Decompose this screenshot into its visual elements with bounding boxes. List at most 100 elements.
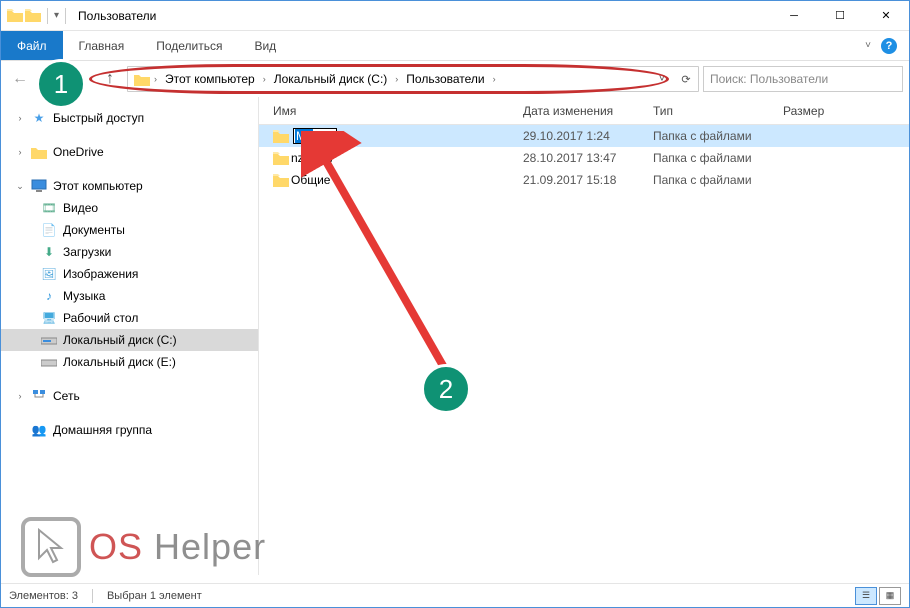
sidebar-item-drive-e[interactable]: Локальный диск (E:) [1,351,258,373]
picture-icon: 🖼 [41,266,57,282]
sidebar-item-pictures[interactable]: 🖼Изображения [1,263,258,285]
sidebar: › ★ Быстрый доступ › OneDrive ⌄ Этот ком… [1,97,259,575]
sidebar-item-label: OneDrive [53,145,104,159]
sidebar-quick-access[interactable]: › ★ Быстрый доступ [1,107,258,129]
window-title: Пользователи [78,9,156,23]
search-input[interactable]: Поиск: Пользователи [703,66,903,92]
main-area: › ★ Быстрый доступ › OneDrive ⌄ Этот ком… [1,97,909,575]
table-row[interactable]: nzhorov 28.10.2017 13:47 Папка с файлами [259,147,909,169]
maximize-button[interactable]: ☐ [817,1,863,31]
help-icon[interactable]: ? [881,38,897,54]
annotation-badge-1: 1 [36,59,86,109]
ribbon-collapse-icon[interactable]: ˅ [865,40,871,51]
tab-view[interactable]: Вид [238,31,292,60]
crumb-thispc[interactable]: Этот компьютер [161,72,259,86]
cell-date: 21.09.2017 15:18 [523,173,653,187]
watermark-logo: OS Helper [21,517,266,577]
folder-icon [7,8,23,24]
sidebar-item-label: Домашняя группа [53,423,152,437]
folder-icon [273,174,291,187]
drive-icon [41,354,57,370]
file-tab[interactable]: Файл [1,31,63,60]
titlebar: ▾ Пользователи ─ ☐ ✕ [1,1,909,31]
chevron-right-icon[interactable]: › [491,74,498,84]
column-headers: Имя Дата изменения Тип Размер [259,97,909,125]
expand-icon[interactable]: › [15,391,25,401]
back-button[interactable]: ← [7,66,33,92]
separator [65,8,66,24]
annotation-badge-2: 2 [421,364,471,414]
col-type[interactable]: Тип [653,104,783,118]
tab-share[interactable]: Поделиться [140,31,238,60]
up-button[interactable]: ↑ [97,66,123,92]
sidebar-item-drive-c[interactable]: Локальный диск (C:) [1,329,258,351]
col-date[interactable]: Дата изменения [523,104,653,118]
ribbon: Файл Главная Поделиться Вид ˅ ? [1,31,909,61]
sidebar-item-video[interactable]: 🎞Видео [1,197,258,219]
homegroup-icon: 👥 [31,422,47,438]
sidebar-item-label: Этот компьютер [53,179,143,193]
separator [47,8,48,24]
view-icons-button[interactable]: ▦ [879,587,901,605]
cell-type: Папка с файлами [653,129,783,143]
cell-type: Папка с файлами [653,151,783,165]
chevron-right-icon[interactable]: › [152,74,159,84]
folder-icon [25,8,41,24]
document-icon: 📄 [41,222,57,238]
overflow-icon[interactable]: ▾ [54,10,59,21]
address-dropdown[interactable]: ˅ [650,67,674,91]
sidebar-onedrive[interactable]: › OneDrive [1,141,258,163]
sidebar-item-music[interactable]: ♪Музыка [1,285,258,307]
sidebar-thispc[interactable]: ⌄ Этот компьютер [1,175,258,197]
folder-icon [134,71,150,87]
download-icon: ⬇ [41,244,57,260]
desktop-icon: 🖥 [41,310,57,326]
status-count: Элементов: 3 [9,590,78,602]
collapse-icon[interactable]: ⌄ [15,181,25,192]
file-list: Имя Дата изменения Тип Размер My 29.10.2… [259,97,909,575]
address-bar[interactable]: › Этот компьютер › Локальный диск (C:) ›… [127,66,699,92]
cursor-icon [21,517,81,577]
refresh-button[interactable]: ⟳ [674,67,698,91]
cell-name: nzhorov [291,151,523,165]
video-icon: 🎞 [41,200,57,216]
cell-type: Папка с файлами [653,173,783,187]
sidebar-homegroup[interactable]: 👥 Домашняя группа [1,419,258,441]
address-row: ← → ˅ ↑ › Этот компьютер › Локальный дис… [1,61,909,97]
cell-name: Общие [291,173,523,187]
folder-icon [273,130,291,143]
music-icon: ♪ [41,288,57,304]
status-selected: Выбран 1 элемент [107,590,202,602]
crumb-users[interactable]: Пользователи [402,72,488,86]
search-placeholder: Поиск: Пользователи [710,72,828,86]
table-row[interactable]: My 29.10.2017 1:24 Папка с файлами [259,125,909,147]
sidebar-item-label: Сеть [53,389,80,403]
expand-icon[interactable]: › [15,147,25,157]
sidebar-item-downloads[interactable]: ⬇Загрузки [1,241,258,263]
sidebar-item-desktop[interactable]: 🖥Рабочий стол [1,307,258,329]
cell-date: 28.10.2017 13:47 [523,151,653,165]
sidebar-network[interactable]: › Сеть [1,385,258,407]
separator [92,589,93,603]
network-icon [31,388,47,404]
sidebar-item-label: Быстрый доступ [53,111,144,125]
table-row[interactable]: Общие 21.09.2017 15:18 Папка с файлами [259,169,909,191]
sidebar-item-documents[interactable]: 📄Документы [1,219,258,241]
expand-icon[interactable]: › [15,113,25,123]
cloud-icon [31,144,47,160]
view-details-button[interactable]: ☰ [855,587,877,605]
folder-icon [273,152,291,165]
crumb-drive[interactable]: Локальный диск (C:) [270,72,392,86]
minimize-button[interactable]: ─ [771,1,817,31]
col-name[interactable]: Имя [273,104,523,118]
chevron-right-icon[interactable]: › [393,74,400,84]
drive-icon [41,332,57,348]
cell-date: 29.10.2017 1:24 [523,129,653,143]
tab-home[interactable]: Главная [63,31,141,60]
col-size[interactable]: Размер [783,104,863,118]
star-icon: ★ [31,110,47,126]
rename-input[interactable]: My [293,128,337,144]
close-button[interactable]: ✕ [863,1,909,31]
monitor-icon [31,178,47,194]
chevron-right-icon[interactable]: › [261,74,268,84]
